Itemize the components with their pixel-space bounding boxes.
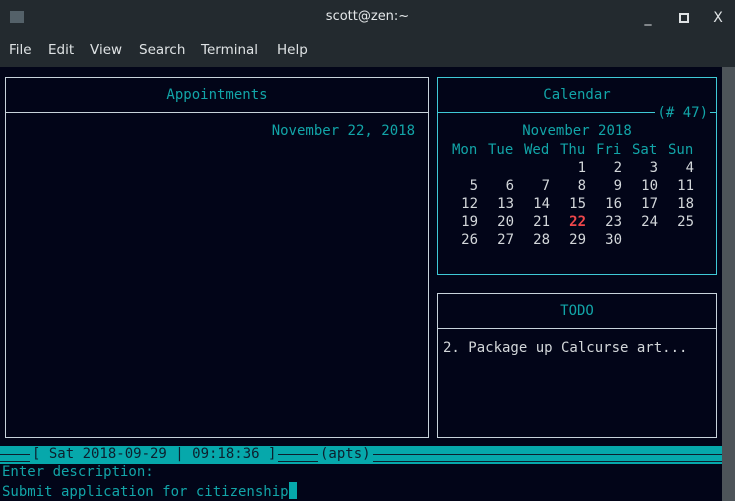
weekday-label: Tue [488,142,514,158]
weekday-label: Wed [524,142,550,158]
calendar-day[interactable]: 30 [594,231,630,249]
calendar-day[interactable]: 18 [666,195,702,213]
calendar-day [666,231,702,249]
menu-edit[interactable]: Edit [48,42,74,58]
weekday-label: Mon [452,142,478,158]
prompt-label: Enter description: [2,464,154,480]
calendar-day [522,159,558,177]
calendar-day[interactable]: 16 [594,195,630,213]
scrollbar[interactable] [722,67,735,501]
weekday-label: Sun [668,142,694,158]
calendar-week-row: 5 6 7 8 9 10 11 [450,177,702,195]
close-button[interactable]: X [708,8,728,28]
calendar-panel[interactable]: Calendar (# 47) November 2018 Mon Tue We… [437,77,717,275]
calendar-day[interactable]: 12 [450,195,486,213]
appointments-panel[interactable]: Appointments November 22, 2018 [5,77,429,438]
description-input[interactable]: Submit application for citizenship [2,482,297,500]
calendar-day[interactable]: 21 [522,213,558,231]
calendar-day[interactable]: 2 [594,159,630,177]
status-bar: [ Sat 2018-09-29 | 09:18:36 ] (apts) [0,446,722,464]
calendar-day[interactable]: 7 [522,177,558,195]
calendar-day[interactable]: 4 [666,159,702,177]
calendar-day[interactable]: 8 [558,177,594,195]
calendar-day[interactable]: 17 [630,195,666,213]
calendar-day[interactable]: 5 [450,177,486,195]
status-mode: (apts) [318,446,373,462]
calendar-day[interactable]: 13 [486,195,522,213]
calendar-month: November 2018 [522,123,632,139]
calendar-day[interactable]: 20 [486,213,522,231]
todo-panel[interactable]: TODO 2. Package up Calcurse art... [437,293,717,438]
calendar-day [630,231,666,249]
appointments-title: Appointments [6,78,428,113]
menu-help[interactable]: Help [277,42,308,58]
menu-terminal[interactable]: Terminal [201,42,258,58]
menu-search[interactable]: Search [139,42,185,58]
calendar-day[interactable]: 19 [450,213,486,231]
calendar-week-row: 1234 [450,159,702,177]
menu-file[interactable]: File [9,42,32,58]
description-value[interactable]: Submit application for citizenship [2,484,289,500]
calendar-day[interactable]: 23 [594,213,630,231]
calendar-day[interactable]: 28 [522,231,558,249]
calendar-day[interactable]: 1 [558,159,594,177]
menubar: File Edit View Search Terminal Help [0,35,735,67]
calendar-day[interactable]: 24 [630,213,666,231]
calendar-day[interactable]: 11 [666,177,702,195]
week-number: (# 47) [655,105,710,121]
status-datetime: [ Sat 2018-09-29 | 09:18:36 ] [30,446,279,462]
calendar-week-row: 26 27 28 29 30 [450,231,702,249]
calendar-day [450,159,486,177]
maximize-button[interactable] [674,8,694,28]
weekday-label: Fri [596,142,622,158]
appointments-date: November 22, 2018 [271,123,415,139]
calendar-week-row: 19 20 21 22 23 24 25 [450,213,702,231]
todo-title: TODO [438,294,716,329]
calendar-day [486,159,522,177]
calendar-day-today[interactable]: 22 [558,213,594,231]
calendar-day[interactable]: 6 [486,177,522,195]
calendar-day[interactable]: 25 [666,213,702,231]
text-cursor [288,482,297,499]
weekday-label: Sat [632,142,658,158]
calendar-grid: Mon Tue Wed Thu Fri Sat Sun 1 2 3 4 5 6 7 8 9 10 1… [450,141,702,249]
window-title: scott@zen:~ [325,9,410,24]
calendar-day[interactable]: 29 [558,231,594,249]
calendar-day[interactable]: 10 [630,177,666,195]
todo-item[interactable]: 2. Package up Calcurse art... [443,340,687,356]
menu-view[interactable]: View [90,42,122,58]
calendar-day[interactable]: 9 [594,177,630,195]
window-titlebar: scott@zen:~ _ X [0,0,735,35]
weekday-row: Mon Tue Wed Thu Fri Sat Sun [450,141,702,159]
calendar-day[interactable]: 15 [558,195,594,213]
calendar-day[interactable]: 26 [450,231,486,249]
calendar-week-row: 12 13 14 15 16 17 18 [450,195,702,213]
calendar-day[interactable]: 14 [522,195,558,213]
weekday-label: Thu [560,142,586,158]
maximize-icon [679,13,689,23]
calendar-day[interactable]: 3 [630,159,666,177]
minimize-button[interactable]: _ [638,8,658,28]
calendar-day[interactable]: 27 [486,231,522,249]
